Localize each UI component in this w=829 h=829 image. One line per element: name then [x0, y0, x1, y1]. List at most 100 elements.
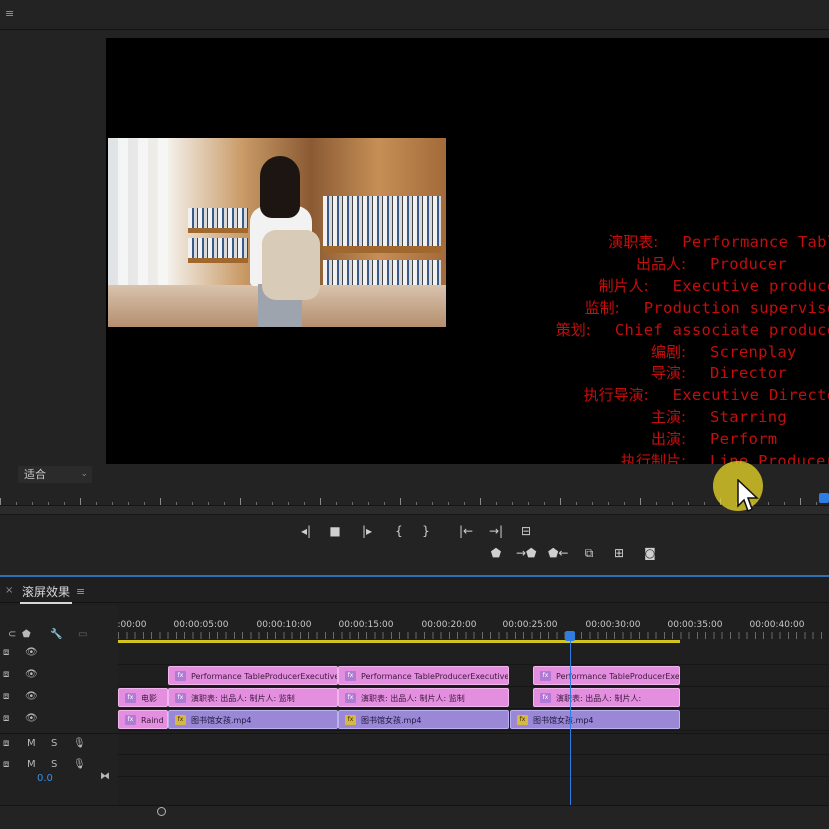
audio-track-icon: ⧈: [3, 759, 10, 770]
master-track-icon[interactable]: ⧓: [100, 771, 110, 782]
credit-role-cn: 监制:: [584, 298, 620, 317]
bookshelf: [188, 258, 248, 263]
credit-role-cn: 策划:: [555, 320, 591, 339]
zoom-fit-select[interactable]: 适合 ⌄: [18, 466, 92, 483]
track-v5: ⧈ 👁: [0, 643, 829, 665]
track-header: ⧈ 👁: [0, 709, 118, 731]
go-to-out-icon[interactable]: →|: [486, 523, 506, 539]
close-icon[interactable]: ×: [5, 585, 13, 596]
credit-row: 策划: Chief associate producer: [526, 320, 829, 342]
monitor-zoom-scrollbar[interactable]: [0, 505, 829, 515]
credit-role-en: Executive producer: [672, 276, 829, 295]
credit-row: 编剧: Screnplay: [526, 342, 829, 364]
video-clip[interactable]: fx 图书馆女孩.mp4: [510, 710, 680, 729]
captions-icon[interactable]: ▭: [78, 629, 87, 640]
credit-role-en: Screnplay: [710, 342, 797, 361]
credit-role-en: Perform: [710, 430, 778, 449]
monitor-playhead[interactable]: [819, 493, 829, 503]
credit-row: 执行制片: Line Producer: [526, 451, 829, 464]
credit-role-en: Producer: [710, 254, 788, 273]
video-clip[interactable]: fx 图书馆女孩.mp4: [338, 710, 509, 729]
solo-button[interactable]: S: [51, 759, 57, 770]
graphic-clip[interactable]: fx Raind: [118, 710, 168, 729]
eye-icon[interactable]: 👁: [25, 691, 38, 702]
program-video-frame[interactable]: 演职表: Performance Table 出品人: Producer 制片人: Exe…: [106, 38, 829, 464]
timeline-zoom-scrollbar[interactable]: [0, 805, 829, 829]
credit-role-cn: 出演:: [650, 430, 686, 449]
insert-icon[interactable]: →⬟: [516, 545, 536, 561]
compare-icon[interactable]: ⊞: [609, 545, 629, 561]
credit-role-en: Chief associate producer: [614, 320, 829, 339]
export-frame-icon[interactable]: ⧉: [579, 545, 599, 561]
eye-icon[interactable]: 👁: [25, 647, 38, 658]
timecode-label: 00:00:40:00: [749, 620, 805, 630]
zoom-handle[interactable]: [157, 807, 166, 816]
timecode-label: 00:00:10:00: [256, 620, 312, 630]
graphic-clip[interactable]: fx 电影: [118, 688, 168, 707]
credit-role-en: Production supervisor: [643, 298, 829, 317]
eye-icon[interactable]: 👁: [25, 669, 38, 680]
fx-badge-icon: fx: [125, 693, 136, 703]
film-icon: ⧈: [3, 647, 10, 658]
credit-role-cn: 编剧:: [650, 342, 686, 361]
marker-icon[interactable]: ⬟: [22, 629, 31, 640]
panel-menu-icon[interactable]: ≡: [5, 7, 14, 20]
film-icon: ⧈: [3, 669, 10, 680]
tab-menu-icon[interactable]: ≡: [76, 585, 85, 598]
add-marker-icon[interactable]: ⬟: [486, 545, 506, 561]
step-back-icon[interactable]: ◂|: [296, 523, 316, 539]
credit-role-cn: 执行制片:: [620, 452, 686, 464]
panel-header: ≡: [0, 0, 829, 30]
fx-badge-icon: fx: [175, 671, 186, 681]
credit-row: 主演: Starring: [526, 407, 829, 429]
lift-extract-icon[interactable]: ⊟: [516, 523, 536, 539]
eye-icon[interactable]: 👁: [25, 713, 38, 724]
timeline-tab-bar: × 滚屏效果 ≡: [0, 579, 829, 604]
stop-icon[interactable]: ■: [325, 523, 345, 539]
timecode-label: 00:00:15:00: [338, 620, 394, 630]
credit-role-en: Starring: [710, 408, 788, 427]
graphic-clip[interactable]: fx Performance TableProducerExecutive pr: [168, 666, 338, 685]
snap-icon[interactable]: ⊂: [8, 629, 16, 640]
mark-in-icon[interactable]: {: [389, 523, 409, 539]
mute-button[interactable]: M: [27, 738, 36, 749]
audio-track-icon: ⧈: [3, 738, 10, 749]
video-clip[interactable]: fx 图书馆女孩.mp4: [168, 710, 338, 729]
mic-icon[interactable]: 🎙: [73, 738, 86, 749]
timecode-label: :00:00: [117, 620, 147, 630]
graphic-clip[interactable]: fx 演职表: 出品人: 制片人: 监制: [168, 688, 338, 707]
window-pane: [118, 138, 128, 287]
overwrite-icon[interactable]: ⬟←: [548, 545, 568, 561]
wrench-icon[interactable]: 🔧: [50, 629, 62, 640]
credit-role-cn: 演职表:: [608, 233, 659, 251]
credit-row: 出品人: Producer: [526, 254, 829, 276]
track-volume-value[interactable]: 0.0: [37, 773, 53, 784]
mute-button[interactable]: M: [27, 759, 36, 770]
mark-out-icon[interactable]: }: [416, 523, 436, 539]
step-forward-icon[interactable]: |▸: [357, 523, 377, 539]
graphic-clip[interactable]: fx 演职表: 出品人: 制片人: 监制: [338, 688, 509, 707]
bookshelf: [188, 228, 248, 233]
film-icon: ⧈: [3, 713, 10, 724]
sequence-tab[interactable]: 滚屏效果: [20, 583, 73, 604]
track-header: ⧈ 👁: [0, 665, 118, 687]
timecode-label: 00:00:35:00: [667, 620, 723, 630]
credit-row: 出演: Perform: [526, 429, 829, 451]
fx-badge-icon: fx: [345, 715, 356, 725]
credit-row: 执行导演: Executive Director: [526, 385, 829, 407]
timecode-label: 00:00:05:00: [173, 620, 229, 630]
backpack: [262, 230, 320, 300]
fx-badge-icon: fx: [125, 715, 136, 725]
credit-role-cn: 导演:: [650, 364, 686, 383]
credit-role-en: Executive Director: [672, 386, 829, 405]
mic-icon[interactable]: 🎙: [73, 759, 86, 770]
graphic-clip[interactable]: fx 演职表: 出品人: 制片人:: [533, 688, 680, 707]
camera-icon[interactable]: ◙: [640, 545, 660, 561]
track-header: ⧈ M S 🎙: [0, 734, 118, 756]
mouse-cursor-icon: [737, 479, 759, 513]
go-to-in-icon[interactable]: |←: [456, 523, 476, 539]
solo-button[interactable]: S: [51, 738, 57, 749]
timeline-playhead[interactable]: [565, 631, 575, 641]
graphic-clip[interactable]: fx Performance TableProducerExecutive pr: [338, 666, 509, 685]
graphic-clip[interactable]: fx Performance TableProducerExec: [533, 666, 680, 685]
